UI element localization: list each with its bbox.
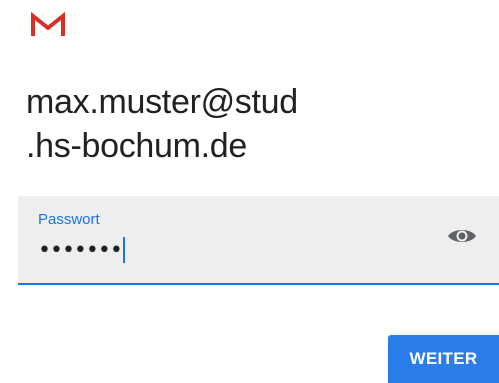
- password-masked-value: •••••••: [38, 237, 123, 263]
- account-email: max.muster@stud .hs-bochum.de: [26, 80, 466, 168]
- gmail-logo-icon: [30, 11, 66, 38]
- signin-screen: max.muster@stud .hs-bochum.de Passwort •…: [0, 0, 499, 383]
- text-cursor: [122, 237, 125, 263]
- account-email-line1: max.muster@stud: [26, 83, 298, 121]
- password-field[interactable]: Passwort •••••••: [18, 196, 499, 285]
- account-email-line2: .hs-bochum.de: [26, 127, 248, 165]
- password-input[interactable]: •••••••: [38, 236, 125, 264]
- eye-icon[interactable]: [447, 226, 477, 246]
- password-field-label: Passwort: [38, 211, 100, 228]
- next-button[interactable]: WEITER: [388, 335, 499, 383]
